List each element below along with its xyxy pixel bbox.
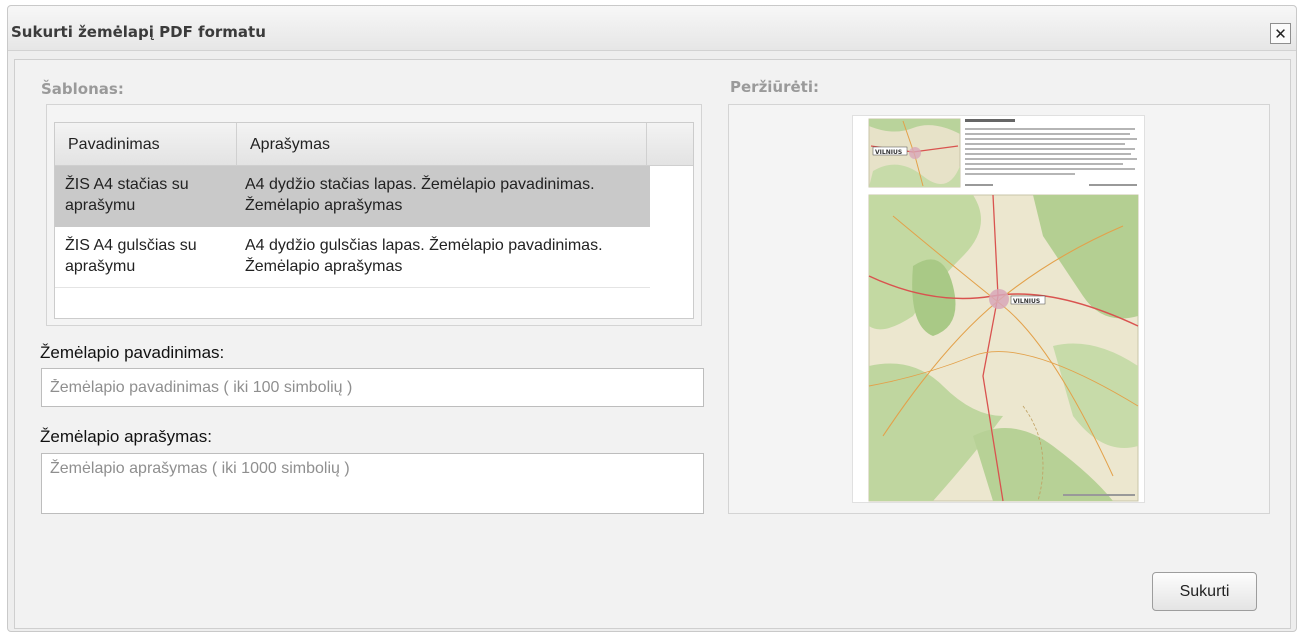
dialog-title: Sukurti žemėlapį PDF formatu [11,23,266,41]
close-icon[interactable]: ✕ [1270,23,1291,44]
template-description-cell: A4 dydžio gulsčias lapas. Žemėlapio pava… [245,237,603,275]
preview-heading: Peržiūrėti: [730,78,819,96]
column-header-description[interactable]: Aprašymas [237,123,647,166]
template-row[interactable]: ŽIS A4 stačias su aprašymu A4 dydžio sta… [55,166,650,227]
create-button[interactable]: Sukurti [1152,572,1257,611]
template-description-cell: A4 dydžio stačias lapas. Žemėlapio pavad… [245,176,595,214]
preview-map-svg: VILNIUS VILNIUS [868,118,1139,502]
template-name-cell: ŽIS A4 gulsčias su aprašymu [65,237,197,275]
template-grid: Pavadinimas Aprašymas ŽIS A4 stačias su … [54,122,694,319]
map-title-input[interactable] [41,368,704,407]
inset-city-label: VILNIUS [875,149,902,156]
preview-image: VILNIUS VILNIUS [852,115,1145,503]
map-title-label: Žemėlapio pavadinimas: [40,343,225,362]
template-heading: Šablonas: [41,80,124,98]
column-header-name[interactable]: Pavadinimas [55,123,237,166]
template-name-cell: ŽIS A4 stačias su aprašymu [65,176,189,214]
dialog-titlebar: Sukurti žemėlapį PDF formatu ✕ [8,6,1296,51]
main-city-label: VILNIUS [1013,298,1040,305]
grid-header: Pavadinimas Aprašymas [55,123,693,166]
map-description-label: Žemėlapio aprašymas: [40,427,212,446]
template-row[interactable]: ŽIS A4 gulsčias su aprašymu A4 dydžio gu… [55,227,650,288]
map-description-input[interactable] [41,453,704,514]
